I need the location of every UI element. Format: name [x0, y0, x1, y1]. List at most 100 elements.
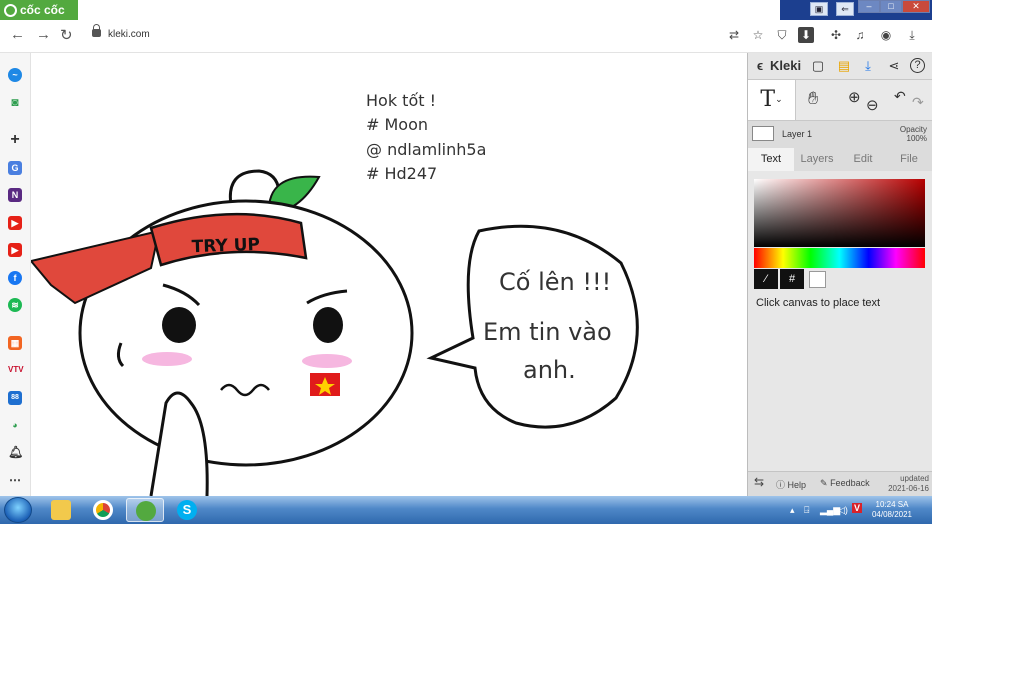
new-image-icon[interactable]: ▢	[810, 58, 826, 74]
close-button[interactable]: ✕	[902, 0, 930, 13]
antivirus-icon[interactable]: V	[852, 503, 863, 513]
clock[interactable]: 10:24 SA 04/08/2021	[872, 500, 912, 520]
tab-layers[interactable]: Layers	[794, 148, 840, 171]
profile-icon[interactable]: ◉	[878, 27, 894, 43]
chat-icon[interactable]: ◕	[8, 418, 22, 432]
hand-tool-icon[interactable]: ✋︎	[808, 88, 818, 109]
updated-info: updated 2021-06-16	[888, 474, 929, 494]
back-button[interactable]: ←	[10, 26, 25, 43]
chrome-icon	[93, 500, 113, 520]
right-blush	[302, 354, 352, 368]
window-back-icon[interactable]: ⇐	[836, 2, 854, 16]
opacity-label: Opacity	[899, 125, 927, 134]
shopping-icon[interactable]: ▦	[8, 336, 22, 350]
layer-thumbnail	[752, 126, 774, 141]
shield-icon[interactable]: ⛉	[774, 27, 790, 43]
reading-list-icon[interactable]: ♫	[852, 27, 868, 43]
reload-button[interactable]: ↻	[60, 26, 73, 44]
share-icon[interactable]: ⋖	[886, 58, 902, 74]
secondary-color-swatch[interactable]	[809, 271, 826, 288]
updated-date: 2021-06-16	[888, 484, 929, 493]
right-eye	[313, 307, 343, 343]
panel-footer: ⇆ ⓘ Help ✎ Feedback updated 2021-06-16	[748, 471, 932, 497]
notification-bell-icon[interactable]: 🔔︎	[8, 445, 23, 459]
vtv-icon[interactable]: VTV	[8, 363, 24, 377]
character-drawing: TRY UP	[31, 169, 639, 496]
skype-icon: S	[177, 500, 197, 520]
redo-icon[interactable]: ↷	[912, 94, 924, 111]
clock-date: 04/08/2021	[871, 510, 912, 519]
more-icon[interactable]: ⋯	[8, 473, 22, 487]
hue-slider[interactable]	[754, 248, 925, 268]
tab-file[interactable]: File	[886, 148, 932, 171]
usb-icon[interactable]: ⍈	[804, 505, 809, 516]
clock-time: 10:24 SA	[875, 500, 909, 509]
export-icon[interactable]: ⤓	[860, 58, 876, 74]
undo-icon[interactable]: ↶	[894, 88, 906, 105]
volume-icon[interactable]: ◁)	[838, 505, 848, 516]
start-button[interactable]	[4, 497, 32, 523]
messenger-icon[interactable]: ~	[8, 68, 22, 82]
opacity-indicator: Opacity 100%	[900, 125, 927, 143]
taskbar-chrome[interactable]	[84, 498, 122, 522]
drawing-canvas[interactable]: Hok tốt ! # Moon @ ndlamlinh5a # Hd247 T…	[31, 53, 747, 496]
coccoc-menu-button[interactable]: cốc cốc	[0, 0, 78, 20]
tab-edit[interactable]: Edit	[840, 148, 886, 171]
feedback-label: Feedback	[830, 478, 870, 488]
active-layer-row[interactable]: Layer 1 Opacity 100%	[748, 121, 932, 147]
hex-input-button[interactable]: #	[780, 269, 804, 289]
window-mode-icon[interactable]: ▣	[810, 2, 828, 16]
taskbar-explorer[interactable]	[42, 498, 80, 522]
text-tool-button[interactable]: T⌄	[748, 80, 796, 120]
feedback-icon: ✎	[820, 478, 828, 488]
headband-text: TRY UP	[191, 235, 260, 257]
url-text: kleki.com	[108, 29, 150, 40]
address-bar: ← → ↻ kleki.com ⇄ ☆ ⛉ ⬇ ✣ ♫ ◉ ⤓	[0, 20, 932, 53]
eyedropper-icon[interactable]: ⁄	[754, 269, 778, 289]
save-icon[interactable]: ▤	[836, 58, 852, 74]
left-blush	[142, 352, 192, 366]
speech-line-3: anh.	[523, 356, 576, 384]
extensions-icon[interactable]: ✣	[828, 27, 844, 43]
feedback-link[interactable]: ✎ Feedback	[820, 478, 870, 489]
zoom-in-icon[interactable]: ⊕	[848, 88, 861, 106]
add-icon[interactable]: +	[8, 132, 22, 148]
tool-row: T⌄ ✋︎ ⊕ ⊖ ↶ ↷	[748, 80, 932, 121]
translate-icon[interactable]: ⇄	[726, 27, 742, 43]
kleki-panel: ϵ Kleki ▢ ▤ ⤓ ⋖ ? T⌄ ✋︎ ⊕ ⊖ ↶ ↷ Layer 1 …	[747, 53, 932, 497]
kleki-logo: Kleki	[770, 58, 802, 73]
youtube-icon-2[interactable]: ▶	[8, 243, 22, 257]
swap-panel-icon[interactable]: ⇆	[754, 475, 764, 489]
onenote-icon[interactable]: N	[8, 188, 22, 202]
taskbar-coccoc[interactable]	[126, 498, 164, 522]
game-icon[interactable]: ◙	[8, 95, 22, 109]
system-tray: ▴ ⍈ ▂▄▆ ◁) V 10:24 SA 04/08/2021	[786, 496, 932, 524]
help-icon[interactable]: ?	[910, 58, 925, 73]
download-video-icon[interactable]: ⬇	[798, 27, 814, 43]
facebook-icon[interactable]: f	[8, 271, 22, 285]
saturation-value-picker[interactable]	[754, 179, 925, 247]
coccoc-logo-icon	[4, 3, 17, 17]
downloads-icon[interactable]: ⤓	[904, 27, 920, 43]
help-link[interactable]: ⓘ Help	[776, 478, 806, 491]
forward-button[interactable]: →	[36, 26, 51, 43]
url-field[interactable]: kleki.com	[84, 24, 724, 47]
updated-label: updated	[900, 474, 929, 483]
minimize-button[interactable]: –	[858, 0, 880, 13]
youtube-icon[interactable]: ▶	[8, 216, 22, 230]
news-icon[interactable]: 88	[8, 391, 22, 405]
zoom-out-icon[interactable]: ⊖	[866, 96, 879, 114]
left-eye	[162, 307, 196, 343]
tab-text[interactable]: Text	[748, 148, 794, 171]
layer-name: Layer 1	[782, 129, 813, 139]
browser-sidebar: ~ ◙ + G N ▶ ▶ f ≋ ▦ VTV 88 ◕ 🔔︎ ⋯	[0, 53, 31, 496]
music-icon[interactable]: ≋	[8, 298, 22, 312]
maximize-button[interactable]: □	[880, 0, 902, 13]
translate-sidebar-icon[interactable]: G	[8, 161, 22, 175]
taskbar-skype[interactable]: S	[168, 498, 206, 522]
browser-title-bar: cốc cốc ▣ ⇐ – □ ✕	[0, 0, 932, 20]
text-tool-hint: Click canvas to place text	[756, 297, 881, 309]
brand-name: cốc cốc	[20, 3, 65, 17]
tray-expand-icon[interactable]: ▴	[790, 505, 795, 516]
bookmark-star-icon[interactable]: ☆	[750, 27, 766, 43]
